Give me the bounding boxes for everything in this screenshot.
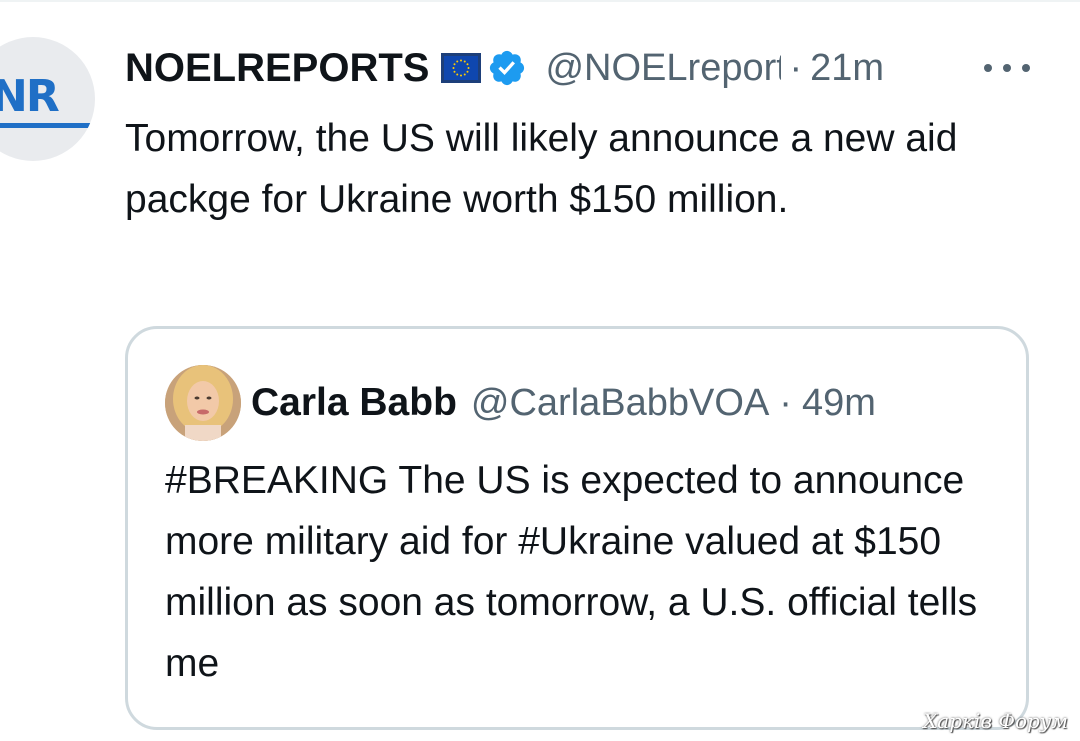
more-dot (1022, 64, 1030, 72)
eu-flag-icon (441, 53, 482, 83)
eu-flag-star (456, 73, 459, 76)
quoted-author-avatar[interactable] (165, 365, 241, 441)
author-avatar[interactable]: NR (0, 37, 95, 161)
eu-flag-star (466, 70, 469, 73)
eu-flag-star (453, 70, 456, 73)
tweet-header: NOELREPORTS @NOELreports · 21m (125, 40, 884, 96)
top-divider (0, 0, 1080, 2)
verified-badge-icon[interactable] (487, 48, 527, 88)
tweet-timestamp[interactable]: 21m (810, 47, 884, 90)
author-display-name[interactable]: NOELREPORTS (125, 46, 429, 91)
quoted-header-separator: · (779, 381, 792, 424)
eu-flag-star (466, 63, 469, 66)
eu-flag-star (456, 60, 459, 63)
eu-flag-star (464, 60, 467, 63)
avatar-logo-text: NR (0, 71, 60, 122)
quoted-author-handle[interactable]: @CarlaBabbVOA (471, 382, 769, 425)
more-dot (1003, 64, 1011, 72)
quoted-tweet-header: Carla Babb @CarlaBabbVOA · 49m (251, 373, 876, 433)
watermark: Харків Форум (923, 709, 1068, 733)
eu-flag-star (460, 59, 463, 62)
quoted-tweet-timestamp[interactable]: 49m (802, 382, 876, 425)
quoted-author-display-name[interactable]: Carla Babb (251, 381, 457, 425)
more-options-icon[interactable] (984, 50, 1030, 86)
author-handle[interactable]: @NOELreports (545, 47, 781, 90)
eu-flag-star (460, 74, 463, 77)
eu-flag-star (467, 67, 470, 69)
header-separator: · (789, 46, 803, 89)
quoted-tweet-card[interactable]: Carla Babb @CarlaBabbVOA · 49m #BREAKING… (125, 326, 1029, 730)
tweet-text: Tomorrow, the US will likely announce a … (125, 117, 958, 221)
eu-flag-star (452, 67, 455, 69)
eu-flag-star (464, 73, 467, 76)
eu-flag-star (453, 63, 456, 66)
more-dot (984, 64, 992, 72)
avatar-logo-bar (0, 123, 95, 128)
quoted-tweet-text: #BREAKING The US is expected to announce… (165, 459, 978, 685)
